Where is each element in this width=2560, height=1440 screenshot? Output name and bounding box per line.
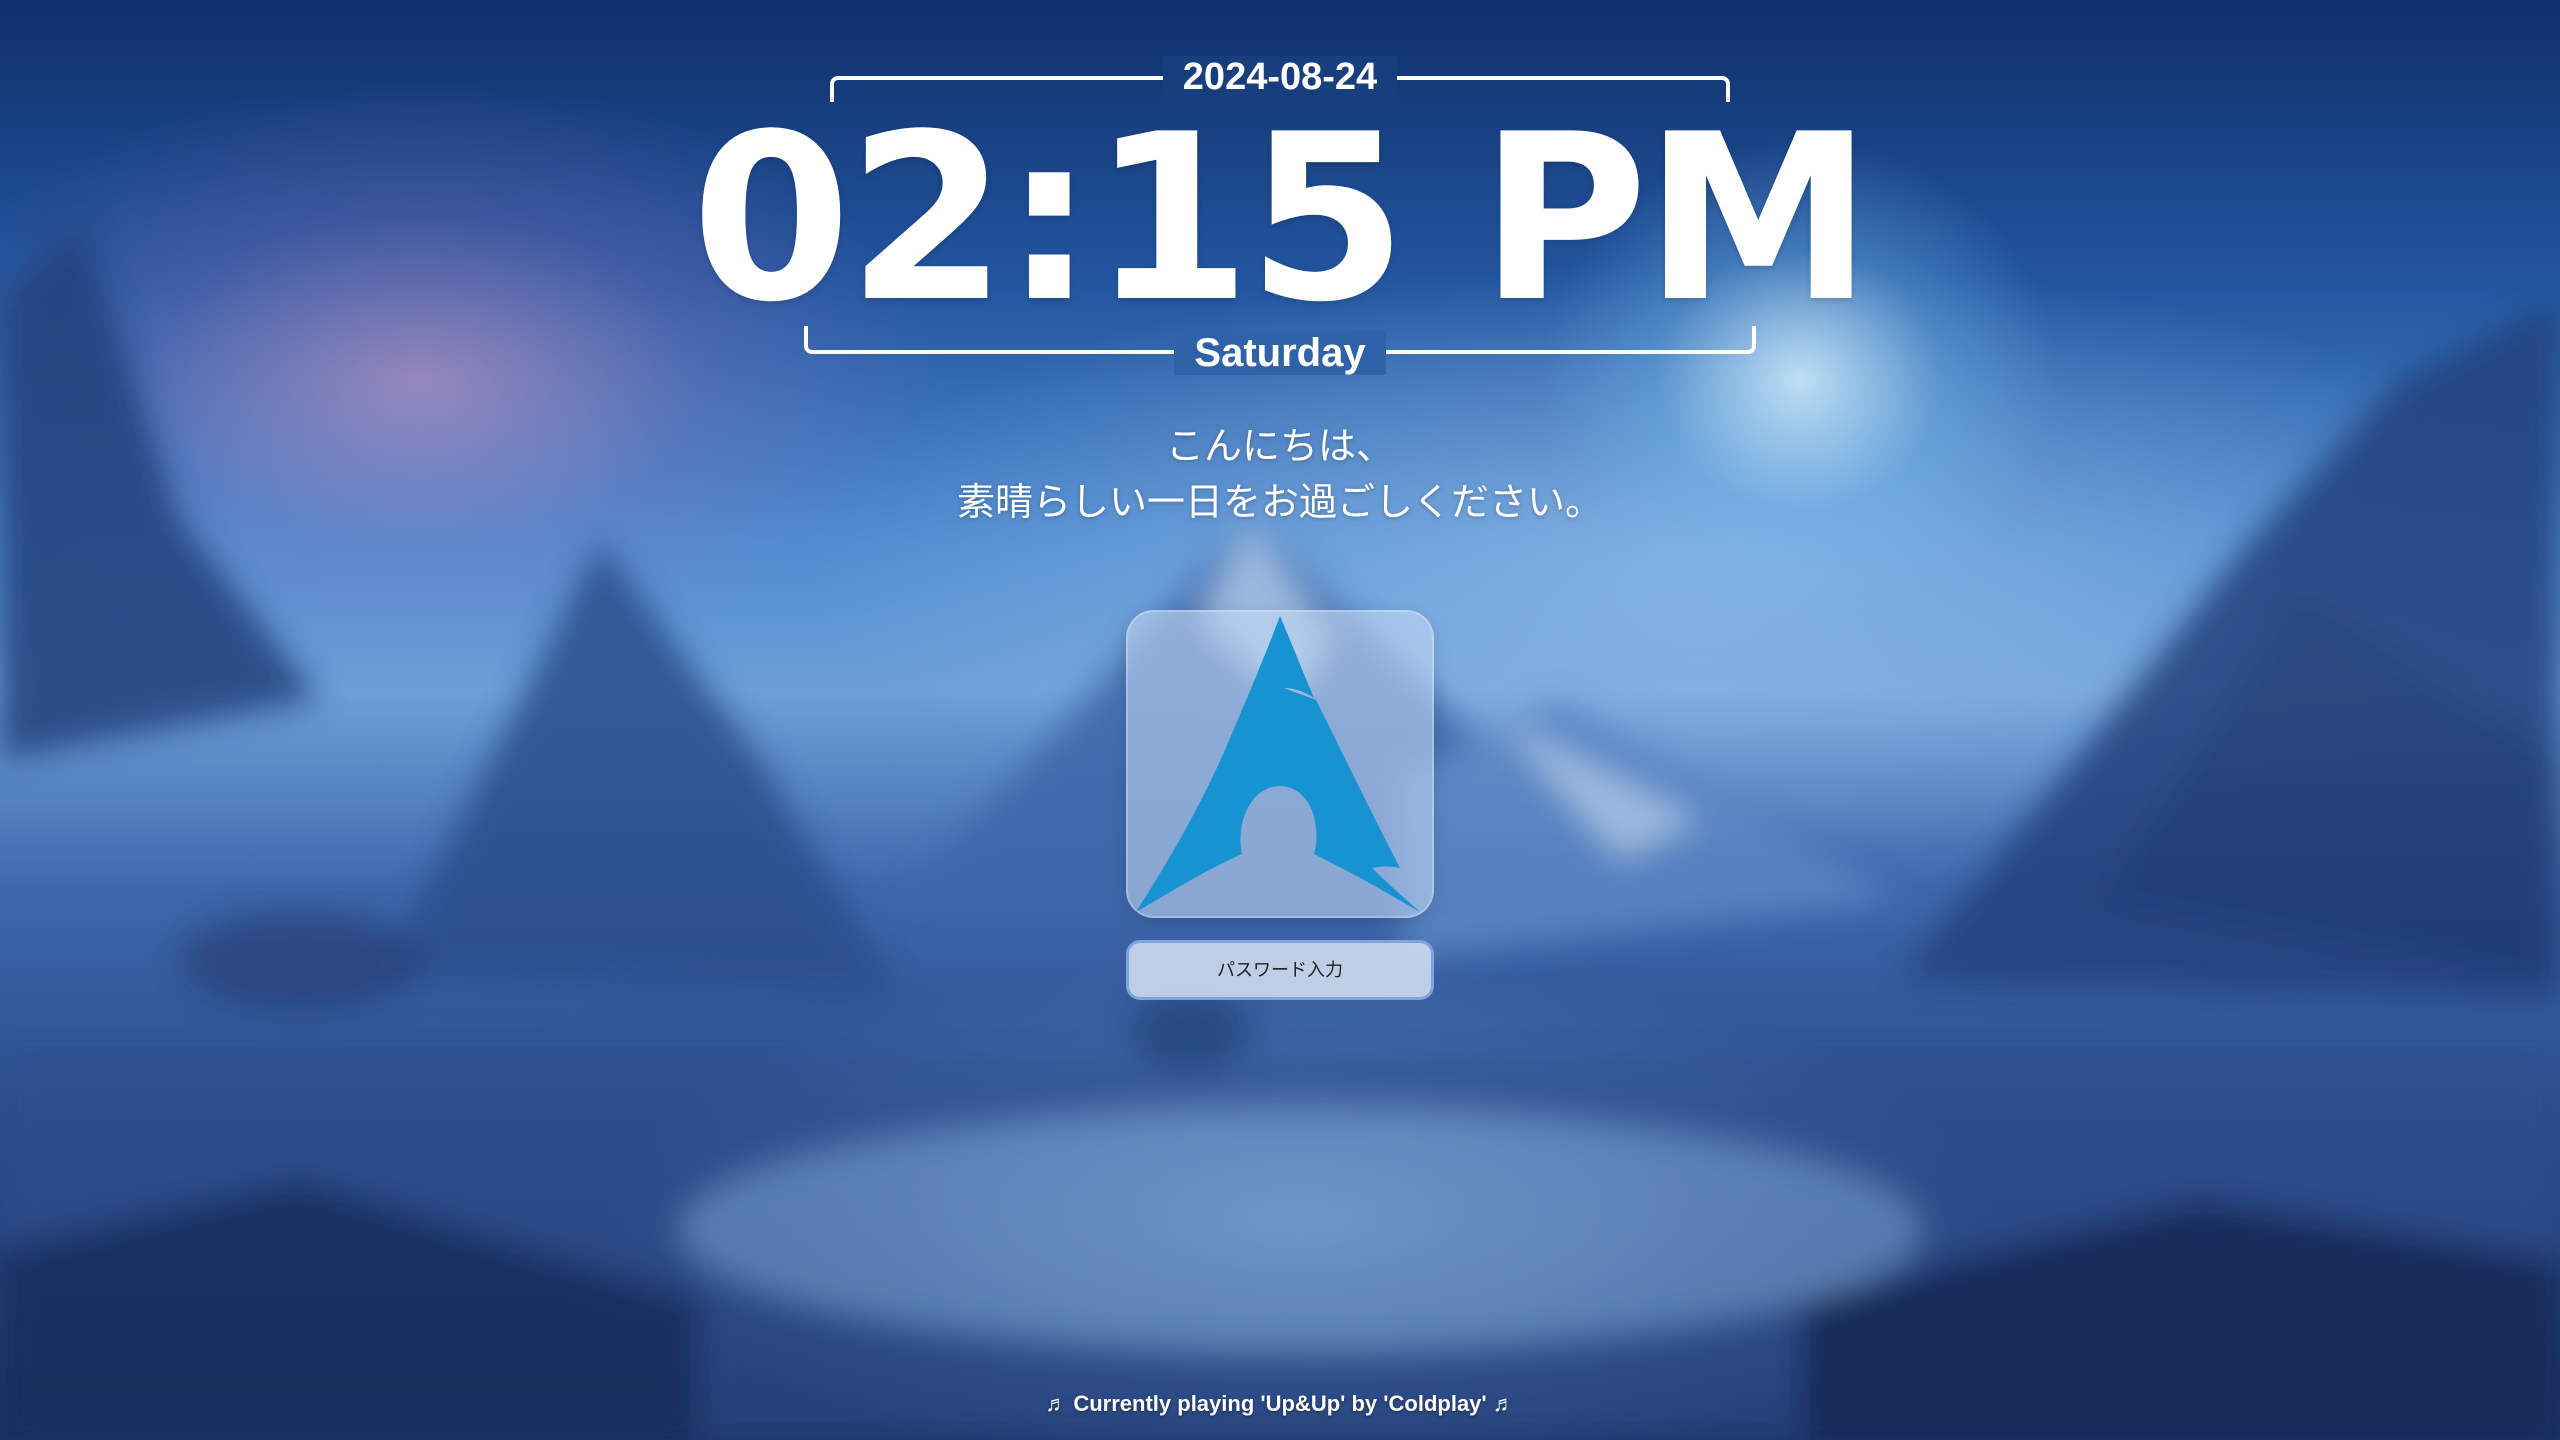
arch-linux-logo-icon bbox=[1136, 616, 1420, 912]
greeting-line-1: こんにちは、 bbox=[1165, 424, 1394, 468]
day-label: Saturday bbox=[0, 326, 2560, 380]
greeting-message: こんにちは、 素晴らしい一日をお過ごしください。 bbox=[0, 418, 2560, 530]
greeting-line-2: 素晴らしい一日をお過ごしください。 bbox=[956, 480, 1603, 524]
day-text: Saturday bbox=[1174, 331, 1386, 375]
clock-time: 02:15 PM bbox=[691, 86, 1873, 353]
user-avatar bbox=[1126, 610, 1434, 918]
password-input[interactable] bbox=[1126, 940, 1434, 1000]
now-playing-status: ♬ Currently playing 'Up&Up' by 'Coldplay… bbox=[1045, 1391, 1515, 1416]
